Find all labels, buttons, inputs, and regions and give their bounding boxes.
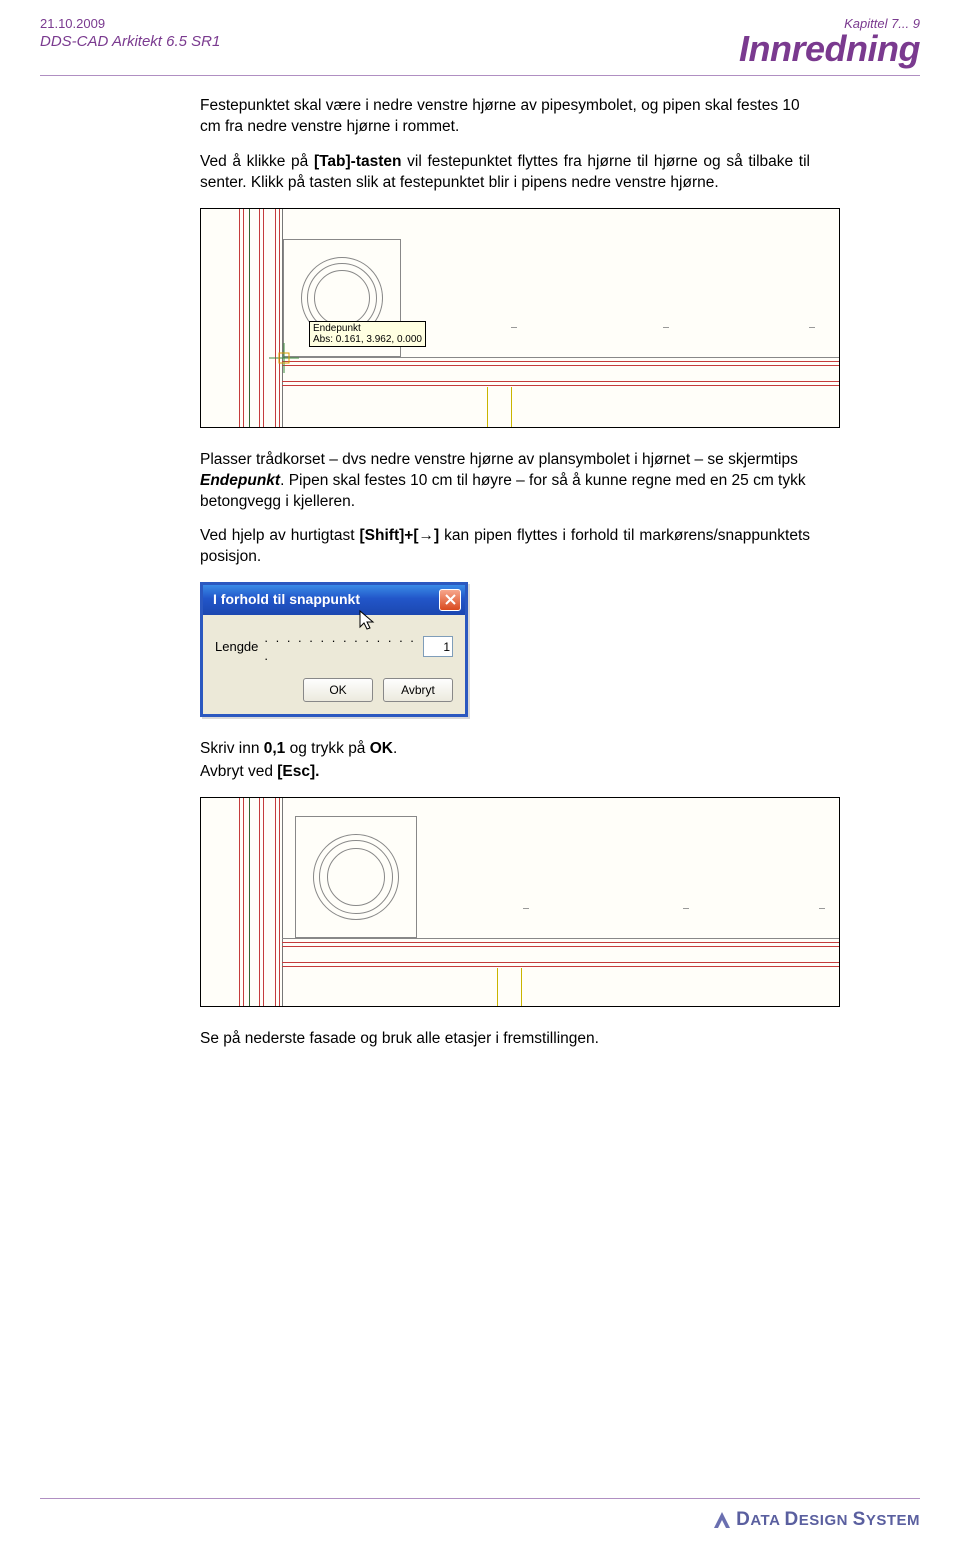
cursor-icon <box>358 609 378 633</box>
main-content: Festepunktet skal være i nedre venstre h… <box>0 96 960 1050</box>
brand-logo-icon <box>710 1508 734 1532</box>
paragraph-7: Se på nederste fasade og bruk alle etasj… <box>200 1029 810 1050</box>
crosshair-icon <box>269 343 299 373</box>
paragraph-5: Skriv inn 0,1 og trykk på OK. <box>200 739 810 760</box>
page-header: 21.10.2009 DDS-CAD Arkitekt 6.5 SR1 Kapi… <box>0 0 960 73</box>
page-footer: DATA DESIGN SYSTEM <box>40 1508 920 1532</box>
ok-button[interactable]: OK <box>303 678 373 702</box>
paragraph-4: Ved hjelp av hurtigtast [Shift]+[→] kan … <box>200 526 810 568</box>
cad-tooltip: Endepunkt Abs: 0.161, 3.962, 0.000 <box>309 321 426 347</box>
paragraph-6: Avbryt ved [Esc]. <box>200 762 810 783</box>
brand-text: DATA DESIGN SYSTEM <box>736 1509 920 1531</box>
snap-dialog: I forhold til snappunkt Lengde . . . . .… <box>200 582 468 717</box>
header-product: DDS-CAD Arkitekt 6.5 SR1 <box>40 33 220 50</box>
paragraph-1: Festepunktet skal være i nedre venstre h… <box>200 96 810 138</box>
footer-divider <box>40 1498 920 1499</box>
cad-figure-1: Endepunkt Abs: 0.161, 3.962, 0.000 <box>200 208 840 428</box>
cad-figure-2 <box>200 797 840 1007</box>
length-label: Lengde <box>215 638 258 656</box>
paragraph-2: Ved å klikke på [Tab]-tasten vil festepu… <box>200 152 810 194</box>
paragraph-3: Plasser trådkorset – dvs nedre venstre h… <box>200 450 810 513</box>
close-button[interactable] <box>439 589 461 611</box>
header-divider <box>40 75 920 76</box>
page-title: Innredning <box>739 31 920 67</box>
cancel-button[interactable]: Avbryt <box>383 678 453 702</box>
dialog-title: I forhold til snappunkt <box>213 590 360 609</box>
label-dots: . . . . . . . . . . . . . . . <box>264 629 417 664</box>
close-icon <box>445 594 456 605</box>
brand-logo: DATA DESIGN SYSTEM <box>710 1508 920 1532</box>
length-input[interactable] <box>423 636 453 657</box>
dialog-titlebar[interactable]: I forhold til snappunkt <box>203 585 465 615</box>
header-date: 21.10.2009 <box>40 16 220 31</box>
